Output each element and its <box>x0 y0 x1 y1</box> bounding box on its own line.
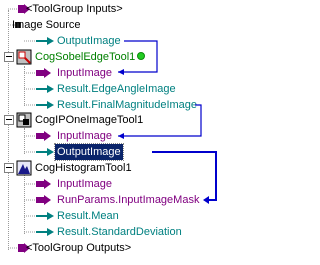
histogram-input-label: InputImage <box>57 178 113 190</box>
tree-node-ipone-tool[interactable]: CogIPOneImageTool1 <box>0 112 242 128</box>
ipone-tool-icon <box>16 112 32 128</box>
sobel-tool-icon <box>16 49 32 65</box>
sobel-final-magnitude-label: Result.FinalMagnitudeImage <box>57 99 198 111</box>
tree-terminal-histogram-mean[interactable]: Result.Mean <box>0 208 242 224</box>
output-terminal-icon <box>24 37 54 45</box>
histogram-mask-label: RunParams.InputImageMask <box>57 194 200 206</box>
tree-node-image-source[interactable]: Image Source <box>0 17 242 33</box>
output-terminal-icon <box>24 101 54 109</box>
input-terminal-icon <box>24 131 51 141</box>
tree-node-toolgroup-outputs[interactable]: <ToolGroup Outputs> <box>0 240 242 256</box>
tree-node-sobel-tool[interactable]: CogSobelEdgeTool1 <box>0 49 242 65</box>
tree-terminal-histogram-stddev[interactable]: Result.StandardDeviation <box>0 224 242 240</box>
ipone-output-label-selected: OutputImage <box>54 143 124 161</box>
histogram-stddev-label: Result.StandardDeviation <box>57 226 182 238</box>
histogram-tool-icon <box>16 160 32 176</box>
histogram-tool-label: CogHistogramTool1 <box>35 162 132 174</box>
sobel-input-label: InputImage <box>57 67 113 79</box>
tree-node-histogram-tool[interactable]: CogHistogramTool1 <box>0 160 242 176</box>
output-terminal-icon <box>24 148 54 156</box>
ipone-tool-label: CogIPOneImageTool1 <box>35 114 144 126</box>
ipone-input-label: InputImage <box>57 130 113 142</box>
tree-terminal-ipone-output[interactable]: OutputImage <box>0 143 242 161</box>
status-ok-icon <box>137 52 145 60</box>
image-source-output-label: OutputImage <box>57 35 121 47</box>
tree-terminal-histogram-mask[interactable]: RunParams.InputImageMask <box>0 192 242 208</box>
collapse-toggle-ipone[interactable] <box>4 115 14 125</box>
input-terminal-icon <box>24 68 51 78</box>
output-terminal-icon <box>24 228 54 236</box>
image-source-label: Image Source <box>12 19 81 31</box>
collapse-toggle-sobel[interactable] <box>4 52 14 62</box>
input-terminal-icon <box>24 195 51 205</box>
toolgroup-inputs-label: <ToolGroup Inputs> <box>26 3 123 15</box>
input-terminal-icon <box>24 179 51 189</box>
tree-terminal-image-source-output[interactable]: OutputImage <box>0 33 242 49</box>
histogram-mean-label: Result.Mean <box>57 210 119 222</box>
sobel-edge-angle-label: Result.EdgeAngleImage <box>57 83 176 95</box>
tree-terminal-sobel-edge-angle[interactable]: Result.EdgeAngleImage <box>0 81 242 97</box>
tree-terminal-histogram-input[interactable]: InputImage <box>0 176 242 192</box>
output-terminal-icon <box>24 212 54 220</box>
tree-terminal-ipone-input[interactable]: InputImage <box>0 128 242 144</box>
toolgroup-outputs-label: <ToolGroup Outputs> <box>26 242 132 254</box>
tree-terminal-sobel-final-magnitude[interactable]: Result.FinalMagnitudeImage <box>0 97 242 113</box>
output-terminal-icon <box>24 85 54 93</box>
tree-node-toolgroup-inputs[interactable]: <ToolGroup Inputs> <box>0 1 242 17</box>
tree-terminal-sobel-input[interactable]: InputImage <box>0 65 242 81</box>
collapse-toggle-histogram[interactable] <box>4 163 14 173</box>
sobel-tool-label: CogSobelEdgeTool1 <box>35 51 136 63</box>
